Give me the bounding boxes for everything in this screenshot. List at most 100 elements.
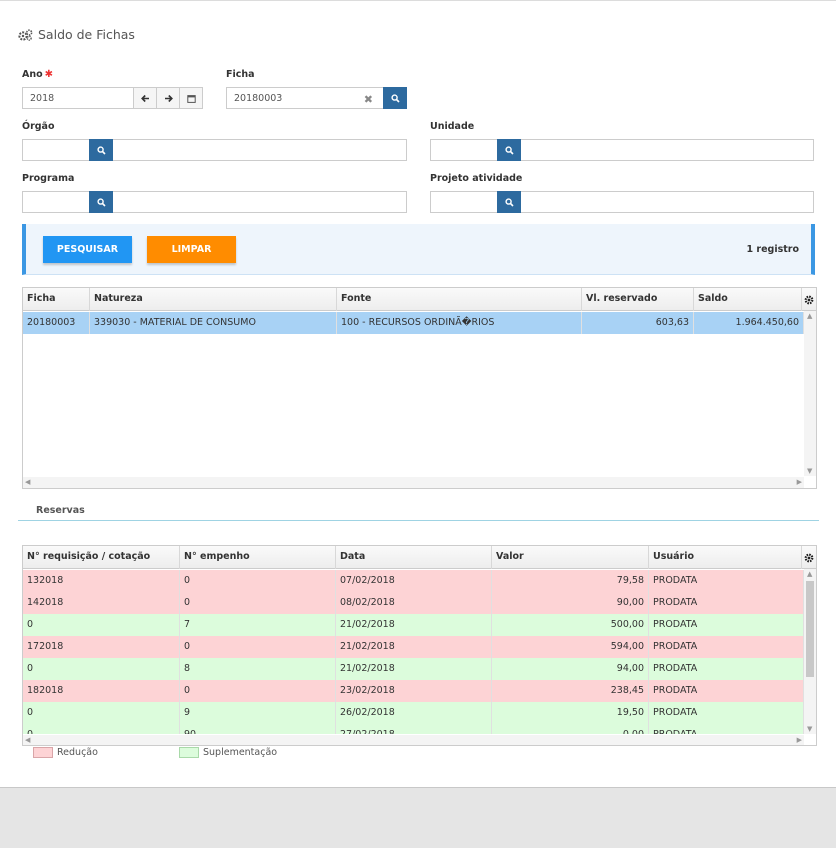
table-cell: PRODATA	[649, 570, 804, 592]
column-fonte[interactable]: Fonte	[337, 288, 582, 311]
gear-icon	[804, 295, 813, 304]
record-count: 1 registro	[746, 244, 799, 255]
table-cell: PRODATA	[649, 592, 804, 614]
fichas-vertical-scrollbar[interactable]: ▲ ▼	[804, 311, 816, 476]
ano-label: Ano ✱	[22, 69, 53, 80]
unidade-search-button[interactable]	[497, 139, 521, 161]
table-cell: 0	[23, 702, 180, 724]
gear-icon	[804, 553, 813, 562]
page-title-text: Saldo de Fichas	[38, 27, 135, 42]
reservas-rows: 132018 0 07/02/2018 79,58 PRODATA 142018 0 08/0…	[23, 570, 804, 734]
tab-reservas[interactable]: Reservas	[36, 505, 85, 516]
table-cell: 07/02/2018	[336, 570, 492, 592]
table-cell: 8	[180, 658, 336, 680]
unidade-field[interactable]	[430, 139, 814, 161]
legend-label: Redução	[57, 746, 98, 758]
table-cell: PRODATA	[649, 702, 804, 724]
legend-swatch	[179, 746, 199, 758]
column-data[interactable]: Data	[336, 546, 492, 569]
table-row[interactable]: 0 7 21/02/2018 500,00 PRODATA	[23, 614, 804, 636]
table-cell: 0	[23, 614, 180, 636]
column-usuario[interactable]: Usuário	[649, 546, 802, 569]
column-saldo[interactable]: Saldo	[694, 288, 802, 311]
ficha-field[interactable]: 20180003 ✖	[226, 87, 407, 109]
table-cell: 238,45	[492, 680, 649, 702]
limpar-button[interactable]: LIMPAR	[147, 236, 236, 263]
table-cell: 0	[180, 570, 336, 592]
table-cell: 21/02/2018	[336, 636, 492, 658]
table-cell: 9	[180, 702, 336, 724]
column-empenho[interactable]: N° empenho	[180, 546, 336, 569]
table-cell: 100 - RECURSOS ORDINÃ�RIOS	[337, 312, 582, 334]
programa-search-button[interactable]	[89, 191, 113, 213]
table-cell: 0	[23, 724, 180, 734]
table-cell: 21/02/2018	[336, 658, 492, 680]
orgao-label: Órgão	[22, 121, 55, 132]
table-row[interactable]: 0 8 21/02/2018 94,00 PRODATA	[23, 658, 804, 680]
calendar-button[interactable]	[179, 87, 203, 109]
fichas-grid: Ficha Natureza Fonte Vl. reservado Saldo…	[22, 287, 817, 489]
table-row[interactable]: 142018 0 08/02/2018 90,00 PRODATA	[23, 592, 804, 614]
grid-settings-button[interactable]	[801, 546, 816, 569]
grid-settings-button[interactable]	[801, 288, 816, 311]
scroll-left-icon[interactable]: ◀	[25, 736, 30, 744]
column-requisicao[interactable]: N° requisição / cotação	[23, 546, 180, 569]
ano-field[interactable]: 2018	[22, 87, 203, 109]
orgao-search-button[interactable]	[89, 139, 113, 161]
arrow-left-icon	[140, 94, 149, 102]
column-ficha[interactable]: Ficha	[23, 288, 90, 311]
table-cell: 0	[23, 658, 180, 680]
required-marker: ✱	[44, 69, 54, 80]
table-cell: 0,00	[492, 724, 649, 734]
scroll-right-icon[interactable]: ▶	[797, 478, 802, 486]
table-cell: 27/02/2018	[336, 724, 492, 734]
projeto-search-button[interactable]	[497, 191, 521, 213]
table-cell: 172018	[23, 636, 180, 658]
unidade-label: Unidade	[430, 121, 475, 132]
scroll-right-icon[interactable]: ▶	[797, 736, 802, 744]
next-year-button[interactable]	[156, 87, 180, 109]
reservas-vertical-scrollbar[interactable]: ▲ ▼	[804, 569, 816, 734]
prev-year-button[interactable]	[133, 87, 157, 109]
table-cell: 79,58	[492, 570, 649, 592]
programa-label: Programa	[22, 173, 75, 184]
table-cell: 7	[180, 614, 336, 636]
table-cell: 603,63	[582, 312, 694, 334]
ficha-search-button[interactable]	[383, 87, 407, 109]
table-cell: 142018	[23, 592, 180, 614]
scroll-down-icon[interactable]: ▼	[807, 467, 812, 475]
clear-icon[interactable]: ✖	[364, 93, 373, 106]
scroll-thumb[interactable]	[806, 581, 814, 677]
reservas-horizontal-scrollbar[interactable]: ◀ ▶	[23, 735, 804, 745]
scroll-down-icon[interactable]: ▼	[807, 725, 812, 733]
table-cell: 20180003	[23, 312, 90, 334]
programa-field[interactable]	[22, 191, 407, 213]
projeto-field[interactable]	[430, 191, 814, 213]
table-row[interactable]: 132018 0 07/02/2018 79,58 PRODATA	[23, 570, 804, 592]
table-cell: 0	[180, 636, 336, 658]
table-cell: 500,00	[492, 614, 649, 636]
ficha-input[interactable]: 20180003	[234, 93, 282, 104]
table-cell: PRODATA	[649, 636, 804, 658]
table-cell: 90,00	[492, 592, 649, 614]
arrow-right-icon	[164, 94, 173, 102]
scroll-up-icon[interactable]: ▲	[807, 312, 812, 320]
column-natureza[interactable]: Natureza	[90, 288, 337, 311]
ano-input[interactable]: 2018	[30, 93, 54, 104]
column-vl-reservado[interactable]: Vl. reservado	[582, 288, 694, 311]
orgao-field[interactable]	[22, 139, 407, 161]
table-row[interactable]: 09027/02/20180,00PRODATA	[23, 724, 804, 734]
table-row[interactable]: 0 9 26/02/2018 19,50 PRODATA	[23, 702, 804, 724]
column-valor[interactable]: Valor	[492, 546, 649, 569]
scroll-up-icon[interactable]: ▲	[807, 570, 812, 578]
table-row[interactable]: 20180003 339030 - MATERIAL DE CONSUMO 10…	[23, 312, 804, 334]
table-row[interactable]: 182018 0 23/02/2018 238,45 PRODATA	[23, 680, 804, 702]
reservas-grid-header: N° requisição / cotação N° empenho Data …	[23, 546, 816, 569]
fichas-horizontal-scrollbar[interactable]: ◀ ▶	[23, 477, 804, 488]
table-cell: 94,00	[492, 658, 649, 680]
search-icon	[504, 197, 514, 207]
scroll-left-icon[interactable]: ◀	[25, 478, 30, 486]
table-cell: PRODATA	[649, 680, 804, 702]
table-row[interactable]: 172018 0 21/02/2018 594,00 PRODATA	[23, 636, 804, 658]
pesquisar-button[interactable]: PESQUISAR	[43, 236, 132, 263]
